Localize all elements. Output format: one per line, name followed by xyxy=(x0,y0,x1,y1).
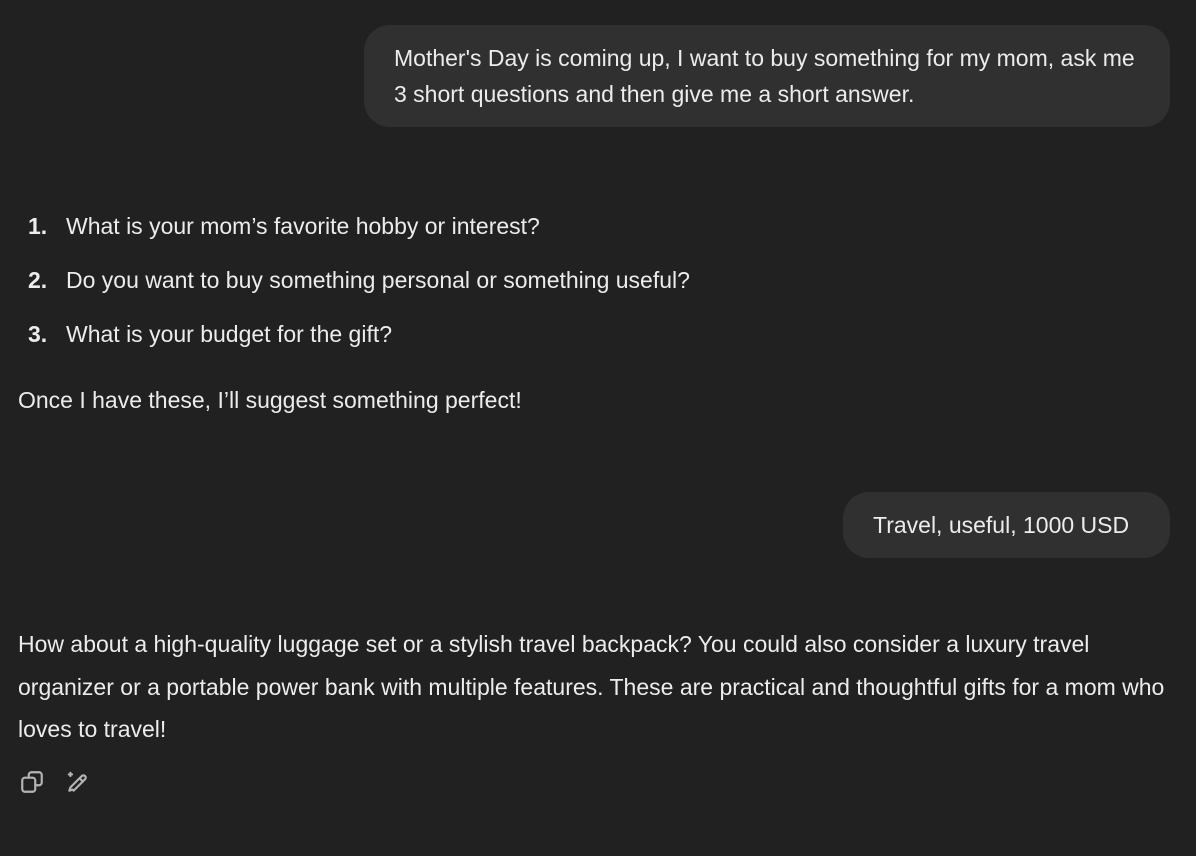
chat-thread: Mother's Day is coming up, I want to buy… xyxy=(0,0,1196,856)
list-number: 1. xyxy=(28,213,48,239)
question-text: What is your budget for the gift? xyxy=(66,321,393,347)
assistant-closing-text: Once I have these, I’ll suggest somethin… xyxy=(18,387,522,413)
user-message: Travel, useful, 1000 USD xyxy=(843,492,1170,558)
user-message-text: Mother's Day is coming up, I want to buy… xyxy=(394,45,1135,107)
list-item: 3. What is your budget for the gift? xyxy=(18,313,690,367)
message-actions xyxy=(18,766,92,798)
list-number: 2. xyxy=(28,267,48,293)
question-text: Do you want to buy something personal or… xyxy=(66,267,690,293)
edit-sparkle-icon xyxy=(67,771,87,792)
list-number: 3. xyxy=(28,321,48,347)
copy-icon xyxy=(21,771,43,793)
question-list: 1. What is your mom’s favorite hobby or … xyxy=(18,205,690,367)
list-item: 1. What is your mom’s favorite hobby or … xyxy=(18,205,690,259)
user-message: Mother's Day is coming up, I want to buy… xyxy=(364,25,1170,127)
copy-button[interactable] xyxy=(18,766,46,798)
edit-button[interactable] xyxy=(64,766,92,798)
question-text: What is your mom’s favorite hobby or int… xyxy=(66,213,540,239)
list-item: 2. Do you want to buy something personal… xyxy=(18,259,690,313)
assistant-answer-text: How about a high-quality luggage set or … xyxy=(18,631,1165,742)
user-message-text: Travel, useful, 1000 USD xyxy=(873,512,1130,538)
